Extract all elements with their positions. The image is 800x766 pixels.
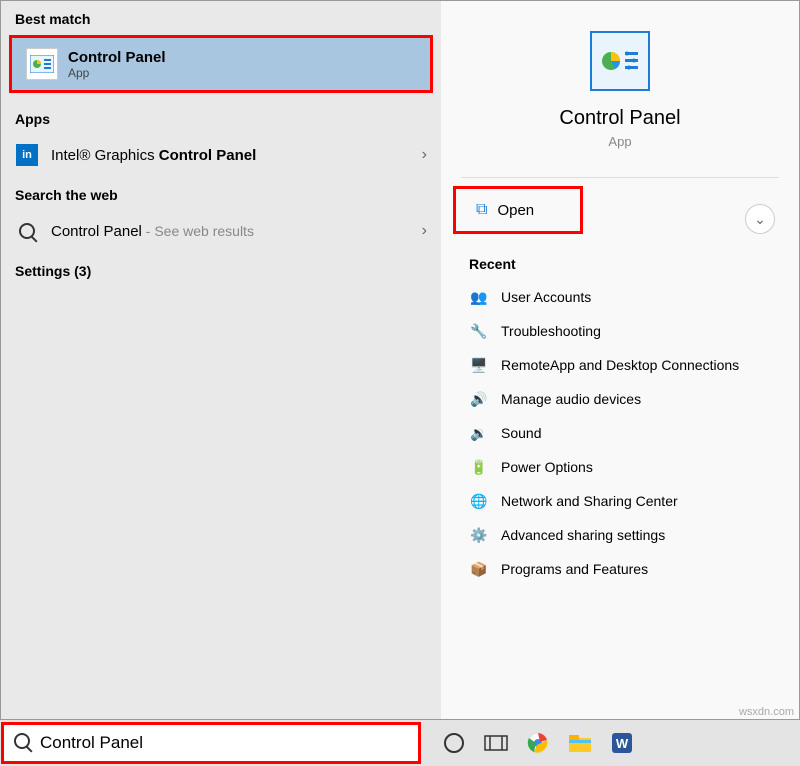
battery-icon: 🔋 xyxy=(469,457,489,477)
open-action[interactable]: ⧉ Open xyxy=(453,186,583,234)
recent-label: Recent xyxy=(441,238,799,280)
cortana-icon[interactable] xyxy=(440,729,468,757)
gear-icon: ⚙️ xyxy=(469,525,489,545)
box-icon: 📦 xyxy=(469,559,489,579)
chrome-icon[interactable] xyxy=(524,729,552,757)
recent-item-programs[interactable]: 📦Programs and Features xyxy=(441,552,799,586)
users-icon: 👥 xyxy=(469,287,489,307)
recent-item-network[interactable]: 🌐Network and Sharing Center xyxy=(441,484,799,518)
watermark: wsxdn.com xyxy=(739,706,794,718)
start-menu-search: Best match Control Panel App Apps in Int… xyxy=(0,0,800,720)
apps-label: Apps xyxy=(1,101,441,133)
control-panel-icon xyxy=(26,48,58,80)
settings-label[interactable]: Settings (3) xyxy=(1,253,441,285)
best-match-label: Best match xyxy=(1,1,441,33)
expand-button[interactable]: ⌄ xyxy=(745,204,775,234)
search-icon xyxy=(14,733,30,754)
open-icon: ⧉ xyxy=(476,201,487,219)
search-icon xyxy=(15,219,39,243)
word-icon[interactable]: W xyxy=(608,729,636,757)
globe-icon: 🌐 xyxy=(469,491,489,511)
results-pane: Best match Control Panel App Apps in Int… xyxy=(1,1,441,719)
speaker-icon: 🔊 xyxy=(469,389,489,409)
apps-result-intel[interactable]: in Intel® Graphics Control Panel › xyxy=(1,133,441,177)
svg-text:W: W xyxy=(616,736,629,751)
recent-item-sound[interactable]: 🔉Sound xyxy=(441,416,799,450)
control-panel-large-icon xyxy=(590,31,650,91)
preview-subtitle: App xyxy=(451,134,789,149)
open-label: Open xyxy=(497,202,534,219)
sound-icon: 🔉 xyxy=(469,423,489,443)
preview-header: Control Panel App xyxy=(441,1,799,169)
web-label: Search the web xyxy=(1,177,441,209)
best-match-title: Control Panel xyxy=(68,49,166,66)
recent-item-audio-devices[interactable]: 🔊Manage audio devices xyxy=(441,382,799,416)
recent-item-power[interactable]: 🔋Power Options xyxy=(441,450,799,484)
recent-item-user-accounts[interactable]: 👥User Accounts xyxy=(441,280,799,314)
best-match-subtitle: App xyxy=(68,66,166,80)
chevron-right-icon: › xyxy=(422,222,427,240)
chevron-right-icon: › xyxy=(422,146,427,164)
preview-title: Control Panel xyxy=(451,107,789,130)
monitor-icon: 🖥️ xyxy=(469,355,489,375)
recent-item-sharing[interactable]: ⚙️Advanced sharing settings xyxy=(441,518,799,552)
recent-item-remoteapp[interactable]: 🖥️RemoteApp and Desktop Connections xyxy=(441,348,799,382)
task-view-icon[interactable] xyxy=(482,729,510,757)
wrench-icon: 🔧 xyxy=(469,321,489,341)
taskbar: W xyxy=(0,720,800,766)
preview-pane: Control Panel App ⧉ Open ⌄ Recent 👥User … xyxy=(441,1,799,719)
intel-icon: in xyxy=(15,143,39,167)
search-input[interactable] xyxy=(40,733,408,753)
recent-item-troubleshooting[interactable]: 🔧Troubleshooting xyxy=(441,314,799,348)
file-explorer-icon[interactable] xyxy=(566,729,594,757)
best-match-result[interactable]: Control Panel App xyxy=(9,35,433,93)
web-result[interactable]: Control Panel - See web results › xyxy=(1,209,441,253)
taskbar-search[interactable] xyxy=(2,723,420,763)
